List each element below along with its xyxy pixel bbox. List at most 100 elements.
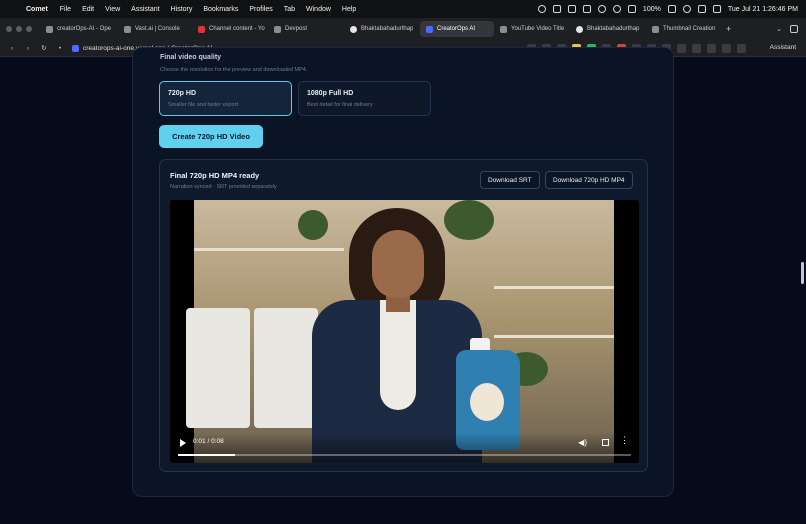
- tab-label: Thumbnail Creation: [663, 26, 716, 32]
- shelf: [494, 286, 614, 289]
- generic-icon: [274, 25, 281, 33]
- video-player[interactable]: 0:01 / 0:08 ◀) ⋮: [170, 200, 639, 463]
- plant: [444, 200, 494, 240]
- volume-icon[interactable]: ◀): [578, 438, 587, 447]
- video-time: 0:01 / 0:08: [193, 438, 224, 445]
- video-progress-fill: [178, 454, 235, 456]
- battery-percent: 100%: [642, 5, 661, 13]
- tab-label: YouTube Video Title: [511, 26, 565, 32]
- status-area: 100% Tue Jul 21 1:26:46 PM: [537, 0, 798, 18]
- tab-thumbnail-creation[interactable]: Thumbnail Creation: [646, 21, 720, 37]
- menu-help[interactable]: Help: [342, 6, 356, 13]
- battery-icon[interactable]: [667, 5, 676, 13]
- tab-strip: creatorOps-AI - Ope Vast.ai | Console Ch…: [0, 18, 806, 40]
- menu-bookmarks[interactable]: Bookmarks: [203, 6, 238, 13]
- play-icon[interactable]: [180, 439, 186, 447]
- download-icon[interactable]: [692, 44, 701, 53]
- menu-tab[interactable]: Tab: [284, 6, 295, 13]
- page-scrollbar[interactable]: [801, 262, 804, 284]
- quality-option-720p[interactable]: 720p HD Smaller file and faster export: [159, 81, 292, 116]
- video-frame: [186, 200, 614, 463]
- menu-assistant[interactable]: Assistant: [131, 6, 159, 13]
- menu-app-name[interactable]: Comet: [26, 6, 48, 13]
- control-center-icon[interactable]: [712, 5, 721, 13]
- tab-label: creatorOps-AI - Ope: [57, 26, 112, 32]
- menu-history[interactable]: History: [171, 6, 193, 13]
- quality-section-title: Final video quality: [160, 54, 222, 61]
- creator-panel: Final video quality Choose the resolutio…: [132, 47, 674, 497]
- status-icon[interactable]: [597, 5, 606, 13]
- tab-label: CreatorOps AI: [437, 26, 476, 32]
- more-options-icon[interactable]: ⋮: [620, 436, 629, 445]
- status-icon[interactable]: [552, 5, 561, 13]
- search-icon[interactable]: [697, 5, 706, 13]
- forward-icon[interactable]: ›: [24, 45, 32, 52]
- create-video-button[interactable]: Create 720p HD Video: [159, 125, 263, 148]
- tab-github-profile-2[interactable]: Bhaktabahadurthap: [570, 21, 646, 37]
- generic-icon: [46, 25, 53, 33]
- sidebar-toggle-icon[interactable]: [790, 25, 798, 33]
- zoom-window-icon[interactable]: [26, 26, 32, 32]
- tab-devpost[interactable]: Devpost: [268, 21, 344, 37]
- status-icon[interactable]: [627, 5, 636, 13]
- tab-vast-ai[interactable]: Vast.ai | Console: [118, 21, 192, 37]
- generic-icon: [124, 25, 131, 33]
- result-card: Final 720p HD MP4 ready Narration synced…: [159, 159, 648, 472]
- minimize-window-icon[interactable]: [16, 26, 22, 32]
- quality-option-desc: Best detail for final delivery: [307, 102, 373, 108]
- tab-label: Bhaktabahadurthap: [587, 26, 640, 32]
- status-icon[interactable]: [567, 5, 576, 13]
- back-icon[interactable]: ‹: [8, 45, 16, 52]
- extension-icon[interactable]: [707, 44, 716, 53]
- generic-icon: [500, 25, 507, 33]
- extension-icon[interactable]: [677, 44, 686, 53]
- window-controls: [6, 26, 32, 32]
- site-icon: [72, 44, 79, 52]
- status-icon[interactable]: [582, 5, 591, 13]
- menu-clock[interactable]: Tue Jul 21 1:26:46 PM: [728, 6, 798, 13]
- microphone-icon[interactable]: •: [56, 45, 64, 52]
- washing-machine: [186, 308, 250, 428]
- new-tab-icon[interactable]: +: [726, 24, 731, 34]
- video-controls: 0:01 / 0:08 ◀) ⋮: [170, 433, 639, 463]
- status-icon[interactable]: [537, 5, 546, 13]
- fullscreen-icon[interactable]: [602, 439, 609, 446]
- washing-machine: [254, 308, 318, 428]
- quality-section-subtitle: Choose the resolution for the preview an…: [160, 67, 308, 73]
- result-subtitle: Narration synced · SRT provided separate…: [170, 184, 277, 190]
- tab-label: Channel content - Yo: [209, 26, 265, 32]
- menu-profiles[interactable]: Profiles: [249, 6, 272, 13]
- quality-option-title: 720p HD: [168, 90, 197, 97]
- presenter-face: [372, 230, 424, 298]
- wifi-icon[interactable]: [682, 5, 691, 13]
- assistant-button[interactable]: Assistant: [770, 44, 796, 51]
- menu-icon[interactable]: [722, 44, 731, 53]
- menu-view[interactable]: View: [105, 6, 120, 13]
- download-srt-button[interactable]: Download SRT: [480, 171, 540, 189]
- github-icon: [576, 25, 583, 33]
- status-icon[interactable]: [612, 5, 621, 13]
- tab-github-profile[interactable]: Bhaktabahadurthap: [344, 21, 420, 37]
- tab-channel-content[interactable]: Channel content - Yo: [192, 21, 268, 37]
- chevron-down-icon[interactable]: ⌄: [776, 25, 782, 33]
- tab-youtube-title[interactable]: YouTube Video Title: [494, 21, 570, 37]
- reload-icon[interactable]: ↻: [40, 44, 48, 52]
- shelf: [194, 248, 344, 251]
- close-window-icon[interactable]: [6, 26, 12, 32]
- youtube-icon: [198, 25, 205, 33]
- extension-icon[interactable]: [737, 44, 746, 53]
- menu-edit[interactable]: Edit: [82, 6, 94, 13]
- result-title: Final 720p HD MP4 ready: [170, 171, 260, 180]
- quality-option-1080p[interactable]: 1080p Full HD Best detail for final deli…: [298, 81, 431, 116]
- menu-window[interactable]: Window: [306, 6, 331, 13]
- tab-label: Vast.ai | Console: [135, 26, 180, 32]
- plant: [298, 210, 328, 240]
- download-mp4-button[interactable]: Download 720p HD MP4: [545, 171, 633, 189]
- quality-option-desc: Smaller file and faster export: [168, 102, 239, 108]
- menu-bar: Comet File Edit View Assistant History B…: [0, 0, 806, 18]
- video-progress-bar[interactable]: [178, 454, 631, 456]
- tab-creatorops-github[interactable]: creatorOps-AI - Ope: [40, 21, 118, 37]
- creatorops-icon: [426, 25, 433, 33]
- menu-file[interactable]: File: [60, 6, 71, 13]
- tab-creatorops-ai[interactable]: CreatorOps AI: [420, 21, 494, 37]
